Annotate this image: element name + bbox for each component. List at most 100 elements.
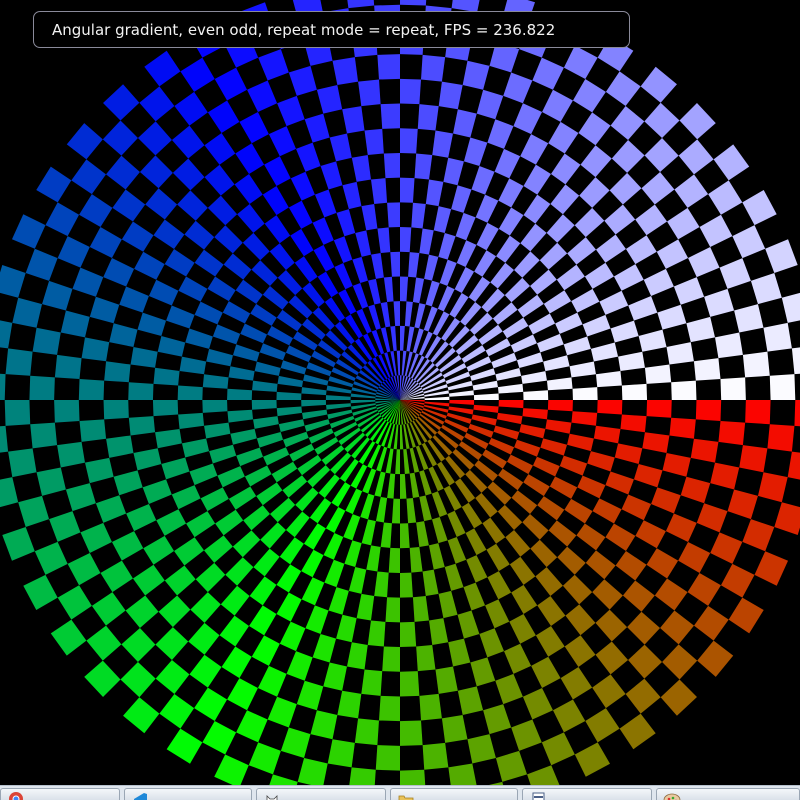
checker-cell [584, 262, 614, 289]
checker-cell [89, 227, 122, 258]
checker-cell [36, 467, 66, 496]
checker-cell [188, 622, 220, 655]
checker-cell [688, 247, 720, 278]
checker-cell [643, 268, 674, 296]
taskbar-item-vscode[interactable] [124, 788, 252, 800]
checker-cell [441, 715, 468, 743]
checker-cell [687, 572, 721, 606]
checker-cell [651, 487, 681, 514]
checker-cell [185, 328, 213, 349]
checker-cell [2, 527, 35, 561]
checker-cell [571, 288, 600, 313]
checker-cell [247, 80, 278, 112]
checker-cell [194, 301, 223, 325]
checker-cell [400, 523, 410, 549]
taskbar-item-github[interactable] [256, 788, 386, 800]
checker-cell [523, 474, 550, 497]
checker-cell [519, 424, 546, 439]
checker-cell [470, 368, 496, 381]
checker-cell [67, 552, 101, 586]
checker-cell [4, 400, 31, 426]
checker-cell [29, 375, 55, 400]
checker-cell [395, 449, 400, 475]
checker-cell [342, 106, 365, 134]
checker-cell [710, 462, 740, 490]
checker-cell [416, 644, 436, 672]
checker-cell [595, 641, 629, 675]
checker-cell [456, 240, 477, 268]
checker-cell [563, 45, 598, 80]
checker-cell [139, 86, 175, 122]
checker-cell [347, 0, 375, 9]
checker-cell [400, 621, 417, 648]
checker-cell [537, 596, 566, 626]
checker-cell [132, 564, 165, 596]
checker-cell [567, 237, 596, 265]
checker-cell [388, 547, 400, 573]
checker-cell [611, 139, 645, 173]
checker-cell [103, 84, 140, 121]
taskbar-item-explorer[interactable] [390, 788, 518, 800]
checker-cell [433, 206, 452, 233]
checker-cell [619, 713, 656, 750]
taskbar-item-document[interactable] [522, 788, 652, 800]
checker-cell [559, 455, 588, 476]
checker-cell [258, 49, 289, 81]
checker-cell [475, 492, 498, 518]
checker-cell [293, 331, 318, 351]
checker-cell [166, 728, 203, 764]
checker-cell [304, 113, 330, 143]
checker-cell [103, 400, 129, 420]
checker-cell [391, 498, 400, 524]
checker-cell [505, 530, 531, 557]
vscode-icon [134, 793, 147, 800]
checker-cell [646, 400, 672, 418]
checker-cell [449, 293, 469, 318]
checker-cell [325, 506, 346, 533]
checker-cell [301, 549, 324, 578]
checker-cell [574, 742, 610, 777]
checker-cell [713, 144, 750, 181]
checker-cell [164, 565, 196, 596]
checker-cell [324, 559, 345, 588]
checker-cell [262, 285, 289, 310]
checker-cell [235, 279, 263, 304]
checker-cell [36, 166, 72, 203]
checker-cell [57, 441, 85, 468]
checker-cell [288, 295, 313, 319]
checker-cell [288, 200, 313, 229]
checker-cell [485, 338, 511, 357]
checker-cell [189, 654, 222, 688]
checker-cell [144, 50, 181, 87]
checker-cell [279, 537, 304, 565]
checker-cell [179, 356, 207, 375]
checker-cell [539, 242, 568, 270]
taskbar-item-paint[interactable] [656, 788, 800, 800]
checker-cell [509, 556, 536, 585]
checker-cell [455, 212, 476, 241]
checker-cell [521, 371, 547, 384]
checker-cell [680, 476, 711, 504]
checker-cell [416, 521, 429, 547]
taskbar-item-chrome[interactable] [0, 788, 120, 800]
checker-cell [370, 178, 388, 205]
checker-cell [548, 121, 579, 154]
checker-cell [354, 718, 379, 746]
checker-cell [699, 214, 733, 248]
checker-cell [12, 297, 43, 328]
checker-cell [474, 250, 497, 277]
checker-cell [269, 243, 295, 270]
checker-cell [732, 225, 766, 259]
checker-cell [628, 644, 663, 679]
checker-cell [543, 355, 570, 372]
checker-cell [177, 190, 208, 221]
checker-cell [476, 89, 504, 120]
checker-cell [253, 548, 280, 577]
checker-cell [592, 498, 622, 524]
checker-cell [419, 495, 432, 522]
checker-cell [325, 395, 351, 400]
checker-cell [750, 272, 782, 305]
checker-cell [727, 489, 758, 520]
checker-cell [128, 382, 154, 400]
checker-cell [232, 344, 260, 362]
